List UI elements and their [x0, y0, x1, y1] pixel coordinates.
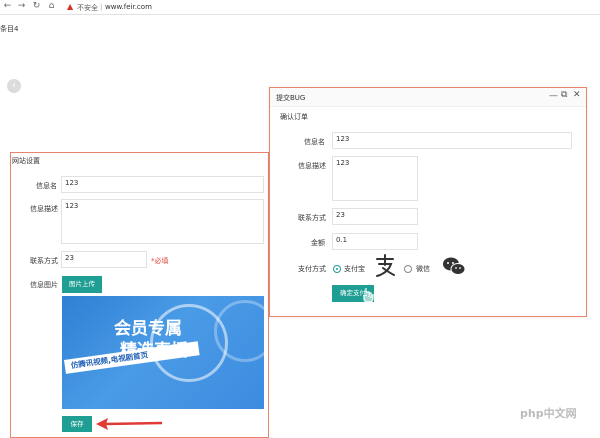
- modal-contact-label: 联系方式: [298, 214, 326, 222]
- minimize-icon[interactable]: —: [549, 91, 558, 101]
- section-title: 确认订单: [280, 113, 308, 121]
- watermark-logo: php中文网: [520, 407, 577, 420]
- arrow-left-icon[interactable]: ←: [2, 1, 13, 12]
- wechat-option-label[interactable]: 微信: [416, 264, 430, 274]
- arrow-right-icon[interactable]: →: [16, 1, 27, 12]
- panel-title: 网站设置: [12, 157, 40, 165]
- wechat-radio[interactable]: [404, 265, 412, 273]
- modal-info-name-input[interactable]: 123: [332, 132, 572, 149]
- info-name-input[interactable]: 123: [61, 176, 264, 193]
- contact-input[interactable]: 23: [61, 251, 147, 268]
- contact-label: 联系方式: [30, 257, 58, 265]
- banner-image: 会员专属 精选直播 仿腾讯视频,电视剧首页: [62, 296, 264, 409]
- pointer-arrow-icon: [96, 418, 163, 430]
- modal-amount-input[interactable]: 0.1: [332, 233, 418, 250]
- close-icon[interactable]: ✕: [573, 90, 581, 100]
- modal-amount-label: 金额: [311, 239, 325, 247]
- url-separator: |: [100, 3, 103, 11]
- home-icon[interactable]: ⌂: [46, 1, 57, 12]
- save-button[interactable]: 保存: [62, 416, 92, 432]
- modal-info-desc-textarea[interactable]: 123: [332, 156, 418, 201]
- submit-bug-modal: 提交BUG — ⧉ ✕ 确认订单 信息名 123 信息描述 123 联系方式 2…: [269, 87, 587, 317]
- upload-image-button[interactable]: 图片上传: [62, 276, 102, 293]
- modal-header: [270, 88, 586, 107]
- address-bar[interactable]: www.feir.com: [105, 3, 152, 11]
- hand-cursor-icon: [363, 288, 374, 303]
- modal-info-desc-label: 信息描述: [298, 162, 326, 170]
- modal-pay-method-label: 支付方式: [298, 265, 326, 273]
- warning-icon: ▲: [67, 2, 74, 11]
- info-desc-textarea[interactable]: 123: [61, 199, 264, 244]
- chevron-left-icon[interactable]: ‹: [7, 79, 21, 93]
- modal-contact-input[interactable]: 23: [332, 208, 418, 225]
- info-name-label: 信息名: [36, 182, 57, 190]
- alipay-icon[interactable]: [374, 254, 396, 278]
- info-desc-label: 信息描述: [30, 205, 58, 213]
- alipay-option-label[interactable]: 支付宝: [344, 264, 365, 274]
- alipay-radio[interactable]: [333, 265, 341, 273]
- security-label[interactable]: 不安全: [77, 3, 98, 13]
- modal-info-name-label: 信息名: [304, 138, 325, 146]
- wechat-icon[interactable]: [442, 256, 466, 276]
- browser-toolbar: ← → ↻ ⌂ ▲ 不安全 | www.feir.com: [0, 0, 600, 15]
- reload-icon[interactable]: ↻: [31, 1, 42, 12]
- required-hint: *必填: [151, 257, 169, 265]
- banner-subtitle: 仿腾讯视频,电视剧首页: [70, 350, 149, 371]
- image-label: 信息图片: [30, 281, 58, 289]
- maximize-icon[interactable]: ⧉: [561, 90, 567, 100]
- page-tab-label[interactable]: 条目4: [0, 24, 18, 34]
- modal-title: 提交BUG: [276, 94, 306, 102]
